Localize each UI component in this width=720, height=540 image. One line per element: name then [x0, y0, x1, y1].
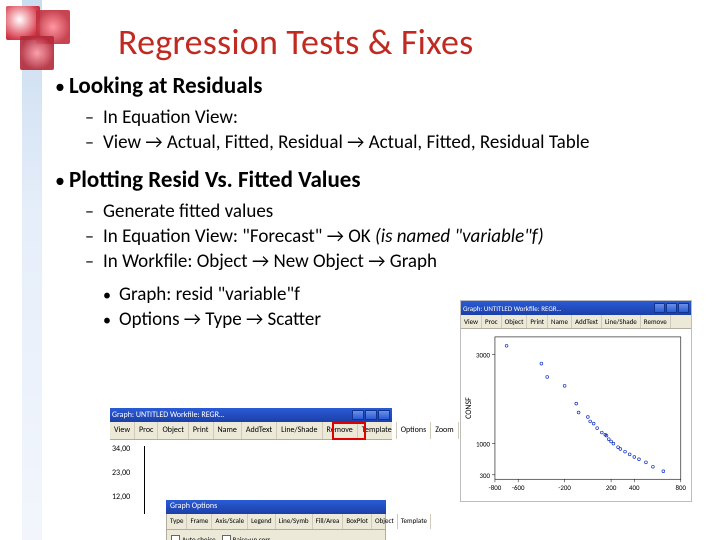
- toolbar-body: 34,00 23,00 12,00 Graph Options Type Fra…: [110, 440, 392, 520]
- slide-title: Regression Tests & Fixes: [118, 20, 473, 64]
- minimize-icon[interactable]: [352, 410, 364, 420]
- dlg-tab-linesymb[interactable]: Line/Symb: [276, 514, 313, 529]
- dialog-tabs: Type Frame Axis/Scale Legend Line/Symb F…: [166, 514, 386, 530]
- window-title: Graph: UNTITLED Workfile: REGR…: [463, 304, 561, 313]
- tab-name[interactable]: Name: [214, 422, 242, 439]
- bullet-icon: •: [55, 171, 69, 191]
- dlg-tab-object[interactable]: Object: [372, 514, 398, 529]
- y-tick: 34,00: [112, 444, 130, 454]
- options-dialog: Graph Options Type Frame Axis/Scale Lege…: [166, 500, 386, 540]
- dash-icon: –: [85, 225, 103, 247]
- dlg-tab-legend[interactable]: Legend: [248, 514, 276, 529]
- bullet-2-sub-1: Generate fitted values: [103, 200, 273, 223]
- close-icon[interactable]: [378, 410, 390, 420]
- bullet-2-sub-2: In Equation View: "Forecast" → OK (is na…: [103, 225, 544, 248]
- tab-zoom[interactable]: Zoom: [431, 422, 458, 439]
- dlg-tab-type[interactable]: Type: [167, 514, 187, 529]
- svg-text:300: 300: [479, 471, 490, 480]
- scatter-screenshot: Graph: UNTITLED Workfile: REGR… View Pro…: [460, 300, 692, 502]
- close-icon[interactable]: [678, 303, 689, 313]
- svg-text:400: 400: [629, 483, 640, 492]
- bullet-icon: •: [103, 311, 119, 330]
- dash-icon: –: [85, 200, 103, 222]
- dash-icon: –: [85, 250, 103, 272]
- tab-print[interactable]: Print: [527, 315, 548, 328]
- svg-text:-600: -600: [512, 483, 525, 492]
- bullet-2-sub2-2: Options → Type → Scatter: [119, 308, 321, 331]
- dash-icon: –: [85, 131, 103, 153]
- tab-remove[interactable]: Remove: [641, 315, 671, 328]
- dialog-title: Graph Options: [166, 500, 386, 514]
- tab-addtext[interactable]: AddText: [572, 315, 602, 328]
- check-raise-corr[interactable]: Raise-up corr: [222, 532, 271, 540]
- window-title: Graph: UNTITLED Workfile: REGR…: [112, 410, 224, 420]
- tab-options[interactable]: Options: [397, 422, 431, 439]
- logo: [6, 6, 82, 68]
- y-tick: 23,00: [112, 468, 130, 478]
- y-tick: 12,00: [112, 492, 130, 502]
- svg-text:CONSF: CONSF: [464, 397, 474, 419]
- tab-name[interactable]: Name: [548, 315, 572, 328]
- maximize-icon[interactable]: [666, 303, 677, 313]
- svg-text:1000: 1000: [476, 440, 491, 449]
- bullet-icon: •: [103, 286, 119, 305]
- tab-lineshade[interactable]: Line/Shade: [602, 315, 641, 328]
- check-auto-choice[interactable]: Auto choice: [171, 532, 216, 540]
- dash-icon: –: [85, 106, 103, 128]
- bullet-2-sub-3: In Workfile: Object → New Object → Graph: [103, 250, 437, 273]
- svg-text:3000: 3000: [476, 351, 491, 360]
- svg-text:-800: -800: [489, 483, 502, 492]
- svg-text:800: 800: [676, 483, 687, 492]
- tab-proc[interactable]: Proc: [482, 315, 502, 328]
- dlg-tab-frame[interactable]: Frame: [187, 514, 212, 529]
- toolbar-screenshot: Graph: UNTITLED Workfile: REGR… View Pro…: [110, 408, 392, 520]
- scatter-svg: 300 1000 3000 -800 -600 -200 200 400 800 CONSF: [461, 329, 691, 501]
- scatter-plot: 300 1000 3000 -800 -600 -200 200 400 800 CONSF: [461, 329, 691, 501]
- scatter-tabs: View Proc Object Print Name AddText Line…: [461, 315, 691, 329]
- bullet-1-sub-1: In Equation View:: [103, 106, 238, 129]
- tab-object[interactable]: Object: [502, 315, 528, 328]
- dlg-tab-fill[interactable]: Fill/Area: [313, 514, 344, 529]
- background-strip: [22, 0, 42, 540]
- slide: Regression Tests & Fixes • Looking at Re…: [0, 0, 720, 540]
- tab-view[interactable]: View: [110, 422, 135, 439]
- dlg-tab-axis[interactable]: Axis/Scale: [212, 514, 248, 529]
- bullet-1-sub-2: View → Actual, Fitted, Residual → Actual…: [103, 131, 590, 154]
- window-titlebar: Graph: UNTITLED Workfile: REGR…: [110, 408, 392, 422]
- highlight-box: [332, 422, 366, 440]
- maximize-icon[interactable]: [365, 410, 377, 420]
- bullet-2-label: Plotting Resid Vs. Fitted Values: [69, 166, 361, 194]
- window-titlebar: Graph: UNTITLED Workfile: REGR…: [461, 301, 691, 315]
- dlg-tab-template[interactable]: Template: [398, 514, 431, 529]
- bullet-icon: •: [55, 77, 69, 97]
- svg-text:200: 200: [606, 483, 617, 492]
- tab-proc[interactable]: Proc: [135, 422, 158, 439]
- dlg-tab-boxplot[interactable]: BoxPlot: [343, 514, 372, 529]
- tab-object[interactable]: Object: [158, 422, 188, 439]
- tab-lineshade[interactable]: Line/Shade: [277, 422, 322, 439]
- minimize-icon[interactable]: [654, 303, 665, 313]
- tab-addtext[interactable]: AddText: [242, 422, 277, 439]
- tab-view[interactable]: View: [461, 315, 482, 328]
- tab-print[interactable]: Print: [189, 422, 214, 439]
- svg-text:-200: -200: [558, 483, 571, 492]
- bullet-2-sub2-1: Graph: resid "variable"f: [119, 283, 300, 306]
- bullet-1-label: Looking at Residuals: [69, 72, 262, 100]
